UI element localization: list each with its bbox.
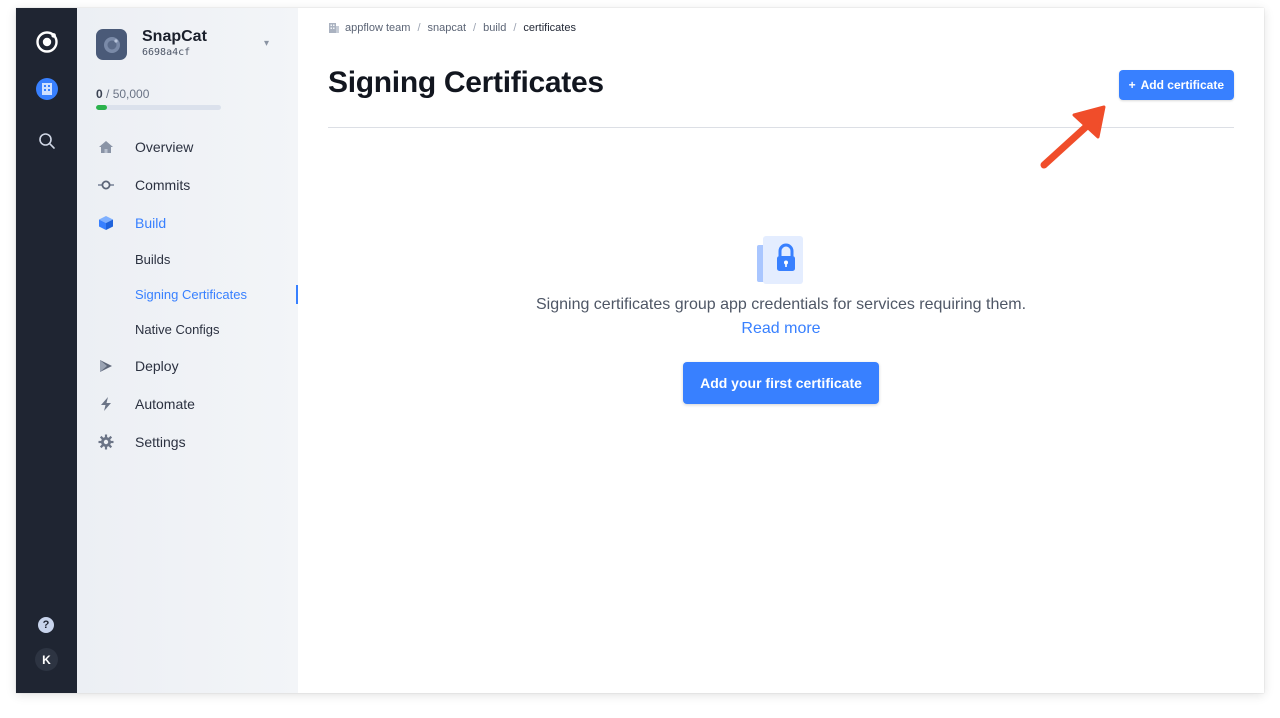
user-avatar[interactable]: K — [35, 648, 58, 671]
breadcrumb-separator: / — [417, 22, 421, 34]
org-building-icon[interactable] — [16, 71, 77, 107]
nav-item-overview[interactable]: Overview — [77, 128, 298, 166]
plus-icon: + — [1128, 78, 1136, 92]
cube-icon — [99, 216, 113, 230]
nav-subitem-label: Signing Certificates — [135, 287, 247, 302]
help-label: ? — [42, 619, 50, 631]
breadcrumb-section[interactable]: build — [483, 22, 506, 34]
chevron-down-icon: ▾ — [264, 38, 270, 49]
nav-item-label: Automate — [135, 396, 195, 412]
breadcrumb-current: certificates — [523, 22, 576, 34]
nav-item-build[interactable]: Build — [77, 204, 298, 242]
nav-subitem-label: Builds — [135, 252, 171, 267]
project-nav: Overview Commits Build Builds Signing Ce… — [77, 128, 298, 461]
breadcrumb-separator: / — [513, 22, 517, 34]
nav-subitem-native-configs[interactable]: Native Configs — [77, 312, 298, 347]
empty-state: Signing certificates group app credentia… — [328, 234, 1234, 404]
project-logo-icon — [96, 29, 127, 60]
app-window: ? K SnapCat 6698a4cf ▾ 0 / 50,000 Overvi… — [16, 8, 1264, 693]
help-icon[interactable]: ? — [38, 617, 54, 633]
project-name: SnapCat — [142, 28, 207, 45]
avatar-initial: K — [42, 652, 51, 667]
nav-item-commits[interactable]: Commits — [77, 166, 298, 204]
nav-item-label: Commits — [135, 177, 191, 193]
play-icon — [100, 360, 112, 372]
page-title: Signing Certificates — [328, 66, 604, 99]
breadcrumb-app[interactable]: snapcat — [428, 22, 467, 34]
nav-subitem-label: Native Configs — [135, 322, 220, 337]
add-certificate-label: Add certificate — [1140, 78, 1224, 92]
commit-icon — [98, 180, 114, 190]
building-icon — [329, 23, 339, 33]
usage-used: 0 — [96, 87, 103, 101]
icon-rail: ? K — [16, 8, 77, 693]
usage-limit: / 50,000 — [106, 87, 150, 101]
search-icon[interactable] — [16, 123, 77, 159]
project-switcher[interactable]: SnapCat 6698a4cf ▾ — [96, 28, 276, 64]
breadcrumb-separator: / — [473, 22, 477, 34]
add-certificate-button[interactable]: + Add certificate — [1118, 70, 1234, 100]
project-sidebar: SnapCat 6698a4cf ▾ 0 / 50,000 Overview C… — [77, 8, 298, 693]
project-id: 6698a4cf — [142, 47, 191, 58]
usage-progress-fill — [96, 105, 107, 110]
nav-subitem-builds[interactable]: Builds — [77, 242, 298, 277]
lightning-icon — [101, 397, 111, 411]
read-more-link[interactable]: Read more — [741, 320, 820, 338]
breadcrumb: appflow team / snapcat / build / certifi… — [328, 22, 576, 34]
nav-subitem-signing-certificates[interactable]: Signing Certificates — [77, 277, 298, 312]
gear-icon — [98, 434, 114, 450]
nav-item-settings[interactable]: Settings — [77, 423, 298, 461]
add-first-certificate-button[interactable]: Add your first certificate — [683, 362, 879, 404]
usage-progress-bar — [96, 105, 221, 110]
build-usage: 0 / 50,000 — [96, 87, 149, 101]
empty-state-description: Signing certificates group app credentia… — [535, 296, 1027, 313]
ionic-logo-icon[interactable] — [16, 24, 77, 60]
nav-item-automate[interactable]: Automate — [77, 385, 298, 423]
main-content: appflow team / snapcat / build / certifi… — [298, 8, 1264, 693]
nav-item-label: Overview — [135, 139, 194, 155]
breadcrumb-team[interactable]: appflow team — [345, 22, 410, 34]
nav-item-deploy[interactable]: Deploy — [77, 347, 298, 385]
nav-item-label: Deploy — [135, 358, 179, 374]
home-icon — [99, 141, 113, 153]
lock-certificate-icon — [757, 236, 803, 284]
nav-item-label: Build — [135, 215, 167, 231]
annotation-arrow-icon — [1040, 105, 1106, 169]
nav-item-label: Settings — [135, 434, 186, 450]
